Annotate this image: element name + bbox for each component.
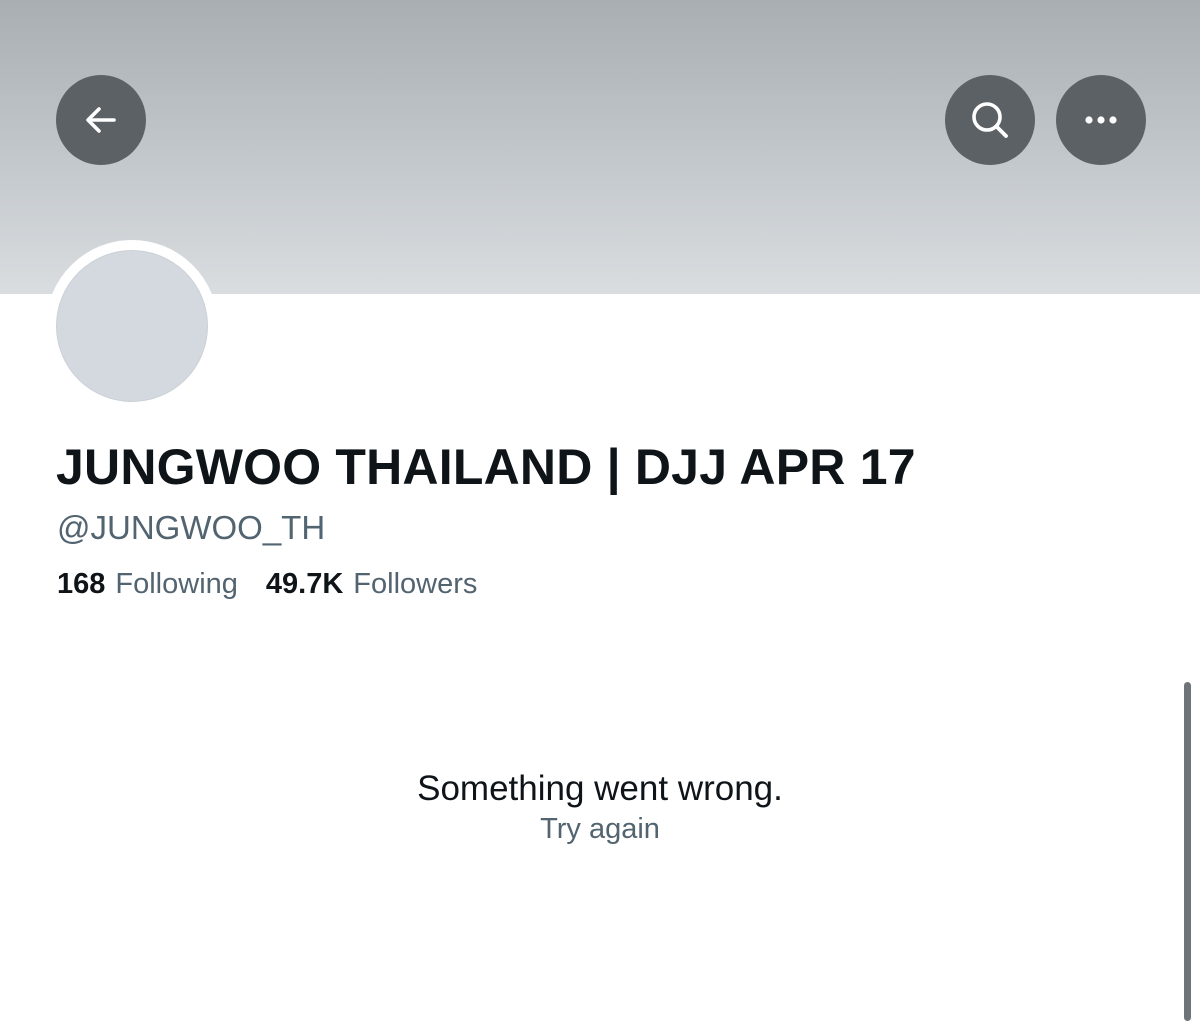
scrollbar[interactable] [1184, 682, 1191, 1021]
followers-label: Followers [353, 568, 478, 600]
followers-count: 49.7K [265, 568, 344, 600]
display-name: JUNGWOO THAILAND | DJJ APR 17 [56, 439, 916, 495]
following-count: 168 [57, 568, 106, 600]
followers-link[interactable]: 49.7K Followers [266, 568, 477, 601]
search-button[interactable] [945, 75, 1035, 165]
following-label: Following [115, 568, 238, 600]
more-dots-icon [1085, 116, 1117, 124]
try-again-button[interactable]: Try again [540, 813, 660, 845]
user-handle: @JUNGWOO_TH [57, 509, 326, 546]
profile-stats: 168 Following 49.7K Followers [57, 568, 505, 601]
arrow-left-icon [86, 107, 116, 133]
retry-row: Try again [0, 813, 1200, 846]
back-button[interactable] [56, 75, 146, 165]
profile-page: JUNGWOO THAILAND | DJJ APR 17 @JUNGWOO_T… [0, 0, 1200, 1021]
more-options-button[interactable] [1056, 75, 1146, 165]
error-message: Something went wrong. [417, 769, 783, 808]
following-link[interactable]: 168 Following [57, 568, 238, 601]
avatar[interactable] [56, 250, 208, 402]
search-icon [972, 102, 1008, 138]
